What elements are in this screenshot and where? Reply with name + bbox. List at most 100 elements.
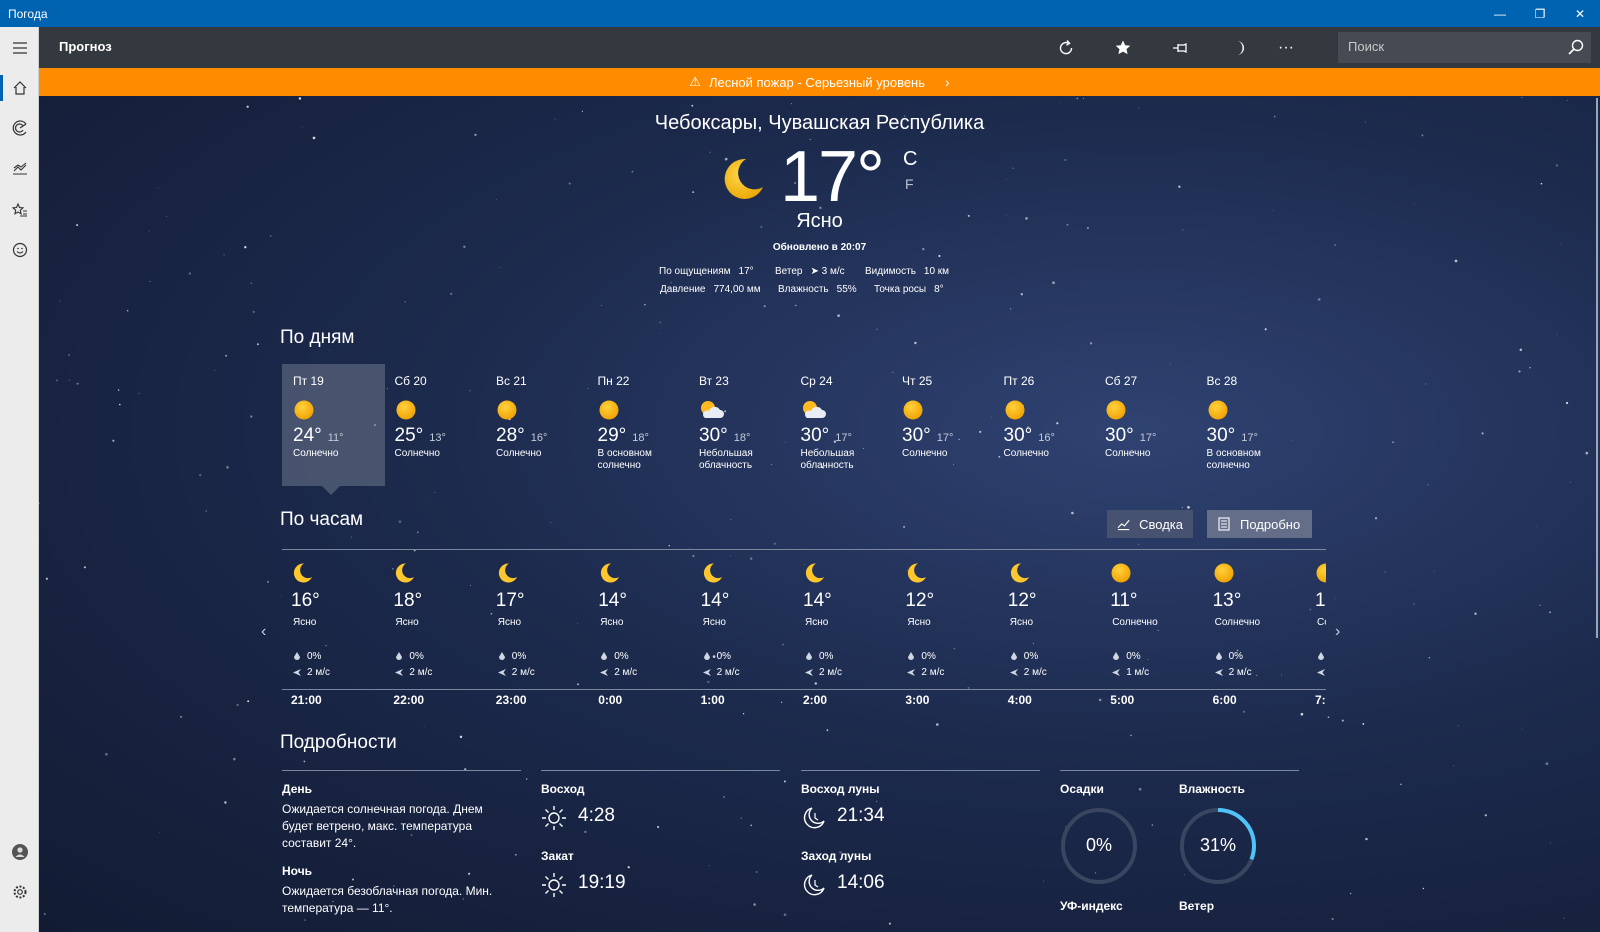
moon-icon xyxy=(498,563,517,583)
hour-precip: 0% xyxy=(907,651,996,662)
hour-time: 7:00 xyxy=(1315,693,1326,707)
hour-precip: 0% xyxy=(498,651,587,662)
details-divider-4 xyxy=(1060,770,1299,771)
night-mode-button[interactable] xyxy=(1220,33,1256,63)
hour-icon xyxy=(598,562,620,584)
sunset-label: Закат xyxy=(541,849,574,863)
hour-wind: 1 м/с xyxy=(1112,667,1201,678)
hour-temp: 17° xyxy=(495,590,525,611)
precip-label: Осадки xyxy=(1060,782,1104,796)
raindrop-icon xyxy=(294,652,300,660)
hour-condition: Ясно xyxy=(600,617,624,628)
hour-precip-value: 0% xyxy=(1126,651,1141,662)
hourly-next-arrow[interactable]: › xyxy=(1335,623,1340,641)
hour-wind-value: 2 м/с xyxy=(1228,667,1252,678)
hour-temp: 14° xyxy=(598,590,627,611)
pin-button[interactable] xyxy=(1163,33,1199,63)
details-divider-1 xyxy=(282,770,521,771)
nav-historical[interactable] xyxy=(0,148,39,188)
search-input[interactable] xyxy=(1348,39,1548,54)
moon-icon xyxy=(1010,563,1029,583)
hour-wind: 2 м/с xyxy=(702,667,792,678)
hour-precip: 0% xyxy=(1112,651,1201,662)
search-box[interactable] xyxy=(1338,32,1591,63)
star-icon xyxy=(1115,40,1131,55)
hamburger-menu-button[interactable] xyxy=(0,28,39,68)
hour-column: 12° Ясно 0% 2 м/с 4:00 xyxy=(999,562,1099,707)
hour-precip: 0% xyxy=(703,651,792,662)
wind-arrow-icon xyxy=(1009,669,1018,676)
hour-wind: 2 м/с xyxy=(1009,667,1099,678)
wind-arrow-icon xyxy=(1317,669,1325,676)
hour-column: 17° Ясно 0% 2 м/с 23:00 xyxy=(487,562,587,707)
minimize-button[interactable]: — xyxy=(1480,0,1520,27)
star-list-icon xyxy=(11,202,27,217)
raindrop-icon xyxy=(498,652,505,660)
wind-arrow-icon xyxy=(1112,669,1121,676)
maximize-button[interactable]: ❐ xyxy=(1520,0,1560,27)
moonset-icon xyxy=(803,874,825,896)
more-options-button[interactable]: ··· xyxy=(1268,33,1304,63)
home-icon xyxy=(13,81,26,95)
details-divider-3 xyxy=(801,770,1040,771)
account-button[interactable] xyxy=(0,832,39,872)
alert-banner[interactable]: ⚠ Лесной пожар - Серьезный уровень › xyxy=(39,68,1600,96)
hour-icon xyxy=(393,562,415,584)
wind-arrow-icon xyxy=(497,669,506,676)
wind-detail-label: Ветер xyxy=(1179,899,1215,913)
hour-temp: 16° xyxy=(291,590,320,611)
uv-index-label: УФ-индекс xyxy=(1060,899,1123,913)
raindrop-icon xyxy=(1215,652,1222,660)
scrollbar[interactable] xyxy=(1596,98,1598,638)
hour-condition: Солнечно xyxy=(1317,617,1326,628)
hour-time: 5:00 xyxy=(1110,693,1135,707)
close-button[interactable]: ✕ xyxy=(1560,0,1600,27)
favorite-button[interactable] xyxy=(1105,33,1141,63)
sunset-time: 19:19 xyxy=(578,872,626,893)
hour-time: 21:00 xyxy=(291,693,322,707)
wind-arrow-icon xyxy=(600,669,609,676)
raindrop-icon xyxy=(908,652,915,660)
hour-condition: Ясно xyxy=(293,617,317,628)
nav-maps[interactable] xyxy=(0,108,39,148)
hour-wind-value: 2 м/с xyxy=(921,667,945,678)
moon-icon xyxy=(293,563,312,583)
hour-wind-value: 2 м/с xyxy=(614,667,638,678)
page-title: Прогноз xyxy=(59,39,112,54)
nav-life[interactable] xyxy=(0,230,39,270)
hour-condition: Солнечно xyxy=(1112,617,1158,628)
gear-icon xyxy=(13,885,26,899)
hour-condition: Ясно xyxy=(395,617,419,628)
hour-column: 15° Солнечно 0% 2 м/с 7:00 xyxy=(1306,562,1326,707)
raindrop-icon xyxy=(703,652,710,660)
nav-favorites[interactable] xyxy=(0,190,39,230)
hour-temp: 18° xyxy=(393,590,423,611)
nav-forecast[interactable] xyxy=(0,68,39,108)
details-divider-2 xyxy=(541,770,780,771)
search-icon[interactable] xyxy=(1567,38,1585,56)
hour-column: 14° Ясно 0% 2 м/с 1:00 xyxy=(692,562,792,707)
hour-icon xyxy=(496,562,518,584)
hour-wind: 2 м/с xyxy=(395,667,484,678)
raindrop-icon xyxy=(806,652,812,660)
hour-condition: Солнечно xyxy=(1214,617,1261,628)
moonrise-time: 21:34 xyxy=(837,805,885,826)
pin-icon xyxy=(1173,42,1187,54)
settings-button[interactable] xyxy=(0,872,39,912)
hourly-prev-arrow[interactable]: ‹ xyxy=(261,623,266,641)
hour-precip-value: 0% xyxy=(716,651,732,662)
hour-wind: 2 м/с xyxy=(907,667,996,678)
humidity-detail-label: Влажность xyxy=(1179,782,1245,796)
crescent-icon xyxy=(1237,41,1244,55)
night-text: Ожидается безоблачная погода. Мин. темпе… xyxy=(282,884,493,915)
hour-wind-value: 1 м/с xyxy=(1126,667,1150,678)
hour-time: 2:00 xyxy=(803,693,828,707)
refresh-icon xyxy=(1059,40,1073,55)
avatar-icon xyxy=(11,844,28,860)
hour-column: 13° Солнечно 0% 2 м/с 6:00 xyxy=(1204,562,1304,707)
hour-wind-value: 2 м/с xyxy=(307,667,330,678)
refresh-button[interactable] xyxy=(1048,33,1084,63)
hour-precip-value: 0% xyxy=(1228,651,1244,662)
day-night-summary: День Ожидается солнечная погода. Днем бу… xyxy=(282,782,512,917)
raindrop-icon xyxy=(1113,652,1120,660)
